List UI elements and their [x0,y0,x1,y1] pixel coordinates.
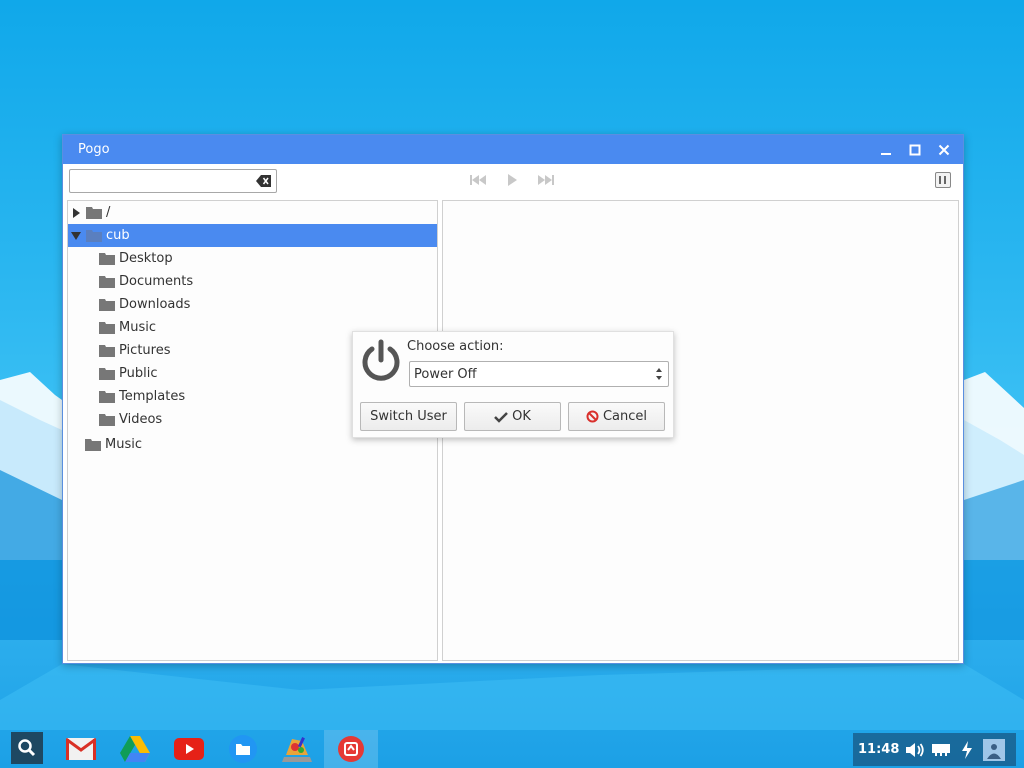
folder-icon [99,391,115,403]
folder-icon [99,345,115,357]
power-icon [362,339,400,381]
next-track-icon[interactable] [537,173,555,187]
folder-icon [86,207,102,219]
folder-icon [99,299,115,311]
expand-arrow-icon[interactable] [70,207,82,219]
folder-icon [99,253,115,265]
tree-item-documents[interactable]: Documents [68,270,437,293]
previous-track-icon[interactable] [469,173,487,187]
cancel-button[interactable]: Cancel [568,402,665,431]
play-icon[interactable] [503,173,521,187]
folder-icon [99,276,115,288]
folder-icon [85,439,101,451]
tree-item-label: cub [106,228,130,243]
maximize-icon[interactable] [905,140,924,159]
tree-item-label: Documents [119,274,194,289]
search-box [69,169,277,193]
tree-item-downloads[interactable]: Downloads [68,293,437,316]
cancel-icon [586,410,599,423]
tree-item-label: Templates [119,389,186,404]
launcher-button[interactable] [11,732,43,764]
action-select-value: Power Off [414,366,477,382]
tree-item-label: Music [119,320,156,335]
tree-item-label: Music [105,437,142,452]
clear-search-icon[interactable] [256,174,272,188]
shelf: 11:48 [0,730,1024,768]
switch-user-label: Switch User [370,409,447,424]
dialog-prompt: Choose action: [407,339,504,354]
window-title: Pogo [78,142,110,157]
folder-icon [86,230,102,242]
toggle-pane-icon[interactable] [935,172,951,188]
tree-item-desktop[interactable]: Desktop [68,247,437,270]
minimize-icon[interactable] [876,140,895,159]
ok-label: OK [512,409,531,424]
folder-icon [99,368,115,380]
checkmark-icon [494,411,508,423]
power-charging-icon [957,740,977,760]
youtube-icon[interactable] [174,734,204,764]
tree-item-label: / [106,205,111,220]
drive-icon[interactable] [120,734,150,764]
tree-item-label: Public [119,366,158,381]
tree-item-cub[interactable]: cub [68,224,437,247]
tree-item-label: Pictures [119,343,171,358]
power-dialog: Choose action: Power Off Switch User OK … [352,331,674,438]
files-icon[interactable] [228,734,258,764]
tree-item-label: Downloads [119,297,191,312]
collapse-arrow-icon[interactable] [70,230,82,242]
action-select[interactable]: Power Off [409,361,669,387]
gmail-icon[interactable] [66,734,96,764]
tree-item-label: Videos [119,412,163,427]
title-bar[interactable]: Pogo [63,135,963,164]
spinner-arrows-icon [656,368,662,380]
network-icon [931,740,951,760]
folder-icon [99,414,115,426]
active-app-icon[interactable] [336,734,366,764]
search-input[interactable] [70,170,250,192]
search-icon [18,739,36,757]
switch-user-button[interactable]: Switch User [360,402,457,431]
tree-item-label: Desktop [119,251,173,266]
cancel-label: Cancel [602,409,648,424]
folder-icon [99,322,115,334]
volume-icon [905,740,925,760]
paint-app-icon[interactable] [282,734,312,764]
close-icon[interactable] [934,140,953,159]
ok-button[interactable]: OK [464,402,561,431]
user-avatar-icon [983,738,1006,761]
clock: 11:48 [858,742,900,757]
tree-item-root[interactable]: / [68,201,437,224]
toolbar [63,164,963,198]
system-tray[interactable]: 11:48 [853,733,1016,766]
